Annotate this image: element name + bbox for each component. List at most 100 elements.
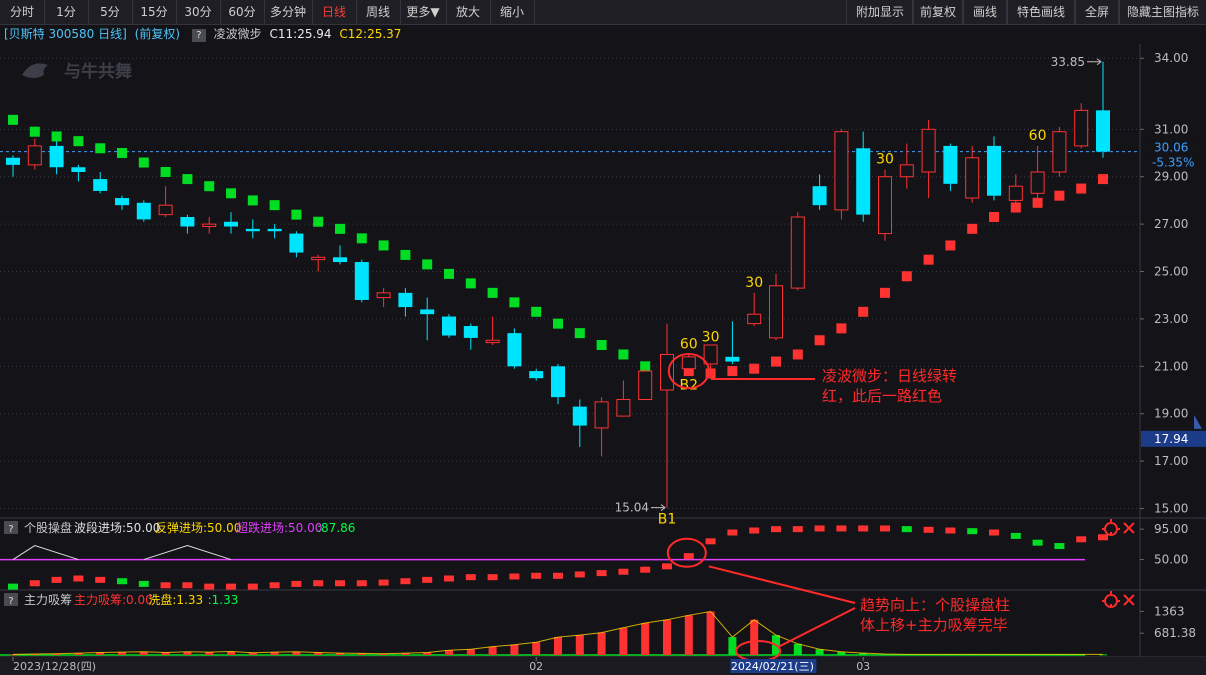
sub2-bar-23 — [510, 644, 519, 655]
min-price-label: 15.04 — [615, 501, 649, 515]
lingbo-marker-50 — [1098, 174, 1108, 185]
y-tick-label-7: 19.00 — [1154, 407, 1188, 421]
sub1-bar-39 — [858, 525, 869, 532]
sub1-bar-6 — [138, 580, 149, 587]
sub1-bar-23 — [509, 573, 520, 580]
candle-body-13 — [289, 233, 304, 253]
sub2-bar-28 — [619, 627, 628, 655]
annotation-text-sub-1: 趋势向上：个股操盘柱 — [860, 596, 1010, 614]
candle-body-12 — [267, 228, 282, 232]
y-tick-label-0: 34.00 — [1154, 51, 1188, 65]
sub2-bar-34 — [750, 619, 759, 655]
sub1-bar-27 — [596, 570, 607, 577]
candle-label-4: 30 — [745, 275, 763, 291]
sub2-y-label-0: 1363 — [1154, 604, 1185, 618]
annotation-pointer-sub2 — [777, 607, 856, 648]
max-arrow-icon — [1087, 58, 1102, 66]
candle-body-40 — [878, 176, 892, 235]
sub1-bar-42 — [923, 526, 934, 533]
candle-body-26 — [572, 406, 587, 426]
lingbo-marker-1 — [29, 126, 40, 137]
candle-label-6: 60 — [1029, 128, 1047, 144]
sub2-help-icon: ? — [8, 596, 13, 607]
sub2-bar-36 — [793, 643, 802, 655]
y-tick-label-8: 17.00 — [1154, 454, 1188, 468]
candle-body-25 — [551, 366, 565, 398]
y-tick-label-9: 15.00 — [1154, 502, 1188, 516]
sub1-bar-32 — [705, 538, 716, 545]
lingbo-marker-45 — [989, 212, 999, 223]
sub1-bar-12 — [269, 582, 280, 589]
sub1-legend-0: 波段进场:50.00 — [74, 520, 160, 535]
sub1-close-icon[interactable] — [1123, 522, 1135, 534]
annotation-text-main-1: 凌波微步：日线绿转 — [822, 367, 957, 385]
candle-body-14 — [311, 256, 326, 261]
x-axis-label-0: 2023/12/28(四) — [13, 660, 96, 673]
last-price-label: 30.06 — [1154, 141, 1188, 155]
candle-body-23 — [507, 333, 522, 367]
sub1-bar-48 — [1054, 543, 1065, 550]
sub2-close-icon[interactable] — [1123, 594, 1135, 606]
x-axis-label-1: 02 — [529, 660, 543, 673]
candle-body-36 — [790, 216, 805, 289]
candle-label-1: B2 — [680, 377, 699, 393]
sub1-bar-19 — [422, 576, 433, 583]
watermark-logo-icon — [22, 63, 48, 78]
candle-body-34 — [747, 313, 762, 325]
lingbo-marker-17 — [378, 240, 389, 251]
candle-body-24 — [529, 371, 544, 379]
sub1-bar-40 — [880, 525, 890, 532]
candle-label-0: B1 — [658, 512, 677, 528]
sub1-y-label-0: 95.00 — [1154, 522, 1188, 536]
lingbo-marker-9 — [204, 181, 215, 192]
candle-body-8 — [180, 217, 195, 227]
candle-body-48 — [1052, 131, 1067, 173]
candle-body-9 — [202, 223, 217, 227]
candle-label-3: 30 — [702, 329, 720, 345]
lingbo-marker-23 — [509, 297, 520, 308]
sub1-bar-3 — [73, 575, 84, 582]
sub1-bar-7 — [160, 582, 171, 589]
x-axis-label-3: 03 — [856, 660, 870, 673]
lingbo-marker-48 — [1054, 190, 1065, 201]
candle-body-15 — [333, 257, 347, 263]
lingbo-marker-27 — [596, 339, 607, 350]
sub1-settings-gear-icon[interactable] — [1102, 519, 1120, 536]
candle-body-42 — [921, 128, 936, 173]
sub2-bar-24 — [532, 642, 541, 655]
min-arrow-icon — [651, 504, 666, 511]
lingbo-marker-0 — [8, 114, 18, 125]
lingbo-marker-13 — [291, 209, 302, 220]
lingbo-marker-44 — [967, 223, 978, 234]
sub1-bar-31 — [683, 553, 694, 560]
sub1-legend-1: 反弹进场:50.00 — [155, 521, 241, 535]
candle-body-35 — [769, 285, 783, 339]
lingbo-marker-3 — [73, 136, 84, 147]
sub1-bar-4 — [95, 576, 106, 583]
candle-body-39 — [856, 148, 871, 215]
lingbo-marker-43 — [945, 240, 956, 251]
sub1-bar-47 — [1032, 539, 1043, 546]
lingbo-marker-5 — [117, 148, 127, 159]
sub2-bar-29 — [641, 623, 650, 655]
cursor-price-label: 17.94 — [1154, 432, 1188, 446]
lingbo-marker-47 — [1032, 197, 1043, 208]
lingbo-marker-18 — [400, 249, 411, 260]
sub2-legend-0: 主力吸筹:0.00 — [74, 593, 153, 607]
candle-body-50 — [1096, 110, 1110, 152]
sub1-bar-11 — [247, 583, 258, 590]
lingbo-marker-14 — [313, 216, 324, 227]
lingbo-marker-22 — [487, 287, 498, 298]
scroll-arrow-icon[interactable] — [1194, 414, 1202, 429]
lingbo-marker-35 — [771, 356, 781, 367]
sub1-bar-44 — [967, 528, 978, 535]
chart-canvas: 与牛共舞 34.00 31.00 29.00 27.00 25.00 23.00 21.00 1… — [0, 44, 1206, 675]
sub1-bar-8 — [182, 582, 193, 589]
candle-body-10 — [224, 221, 238, 227]
sub2-bar-32 — [706, 611, 715, 655]
sub1-bar-35 — [771, 526, 781, 533]
sub2-legend-1: 洗盘:1.33 — [148, 592, 203, 607]
lingbo-marker-28 — [618, 349, 629, 360]
sub2-settings-gear-icon[interactable] — [1102, 591, 1120, 608]
lingbo-marker-36 — [792, 349, 803, 360]
